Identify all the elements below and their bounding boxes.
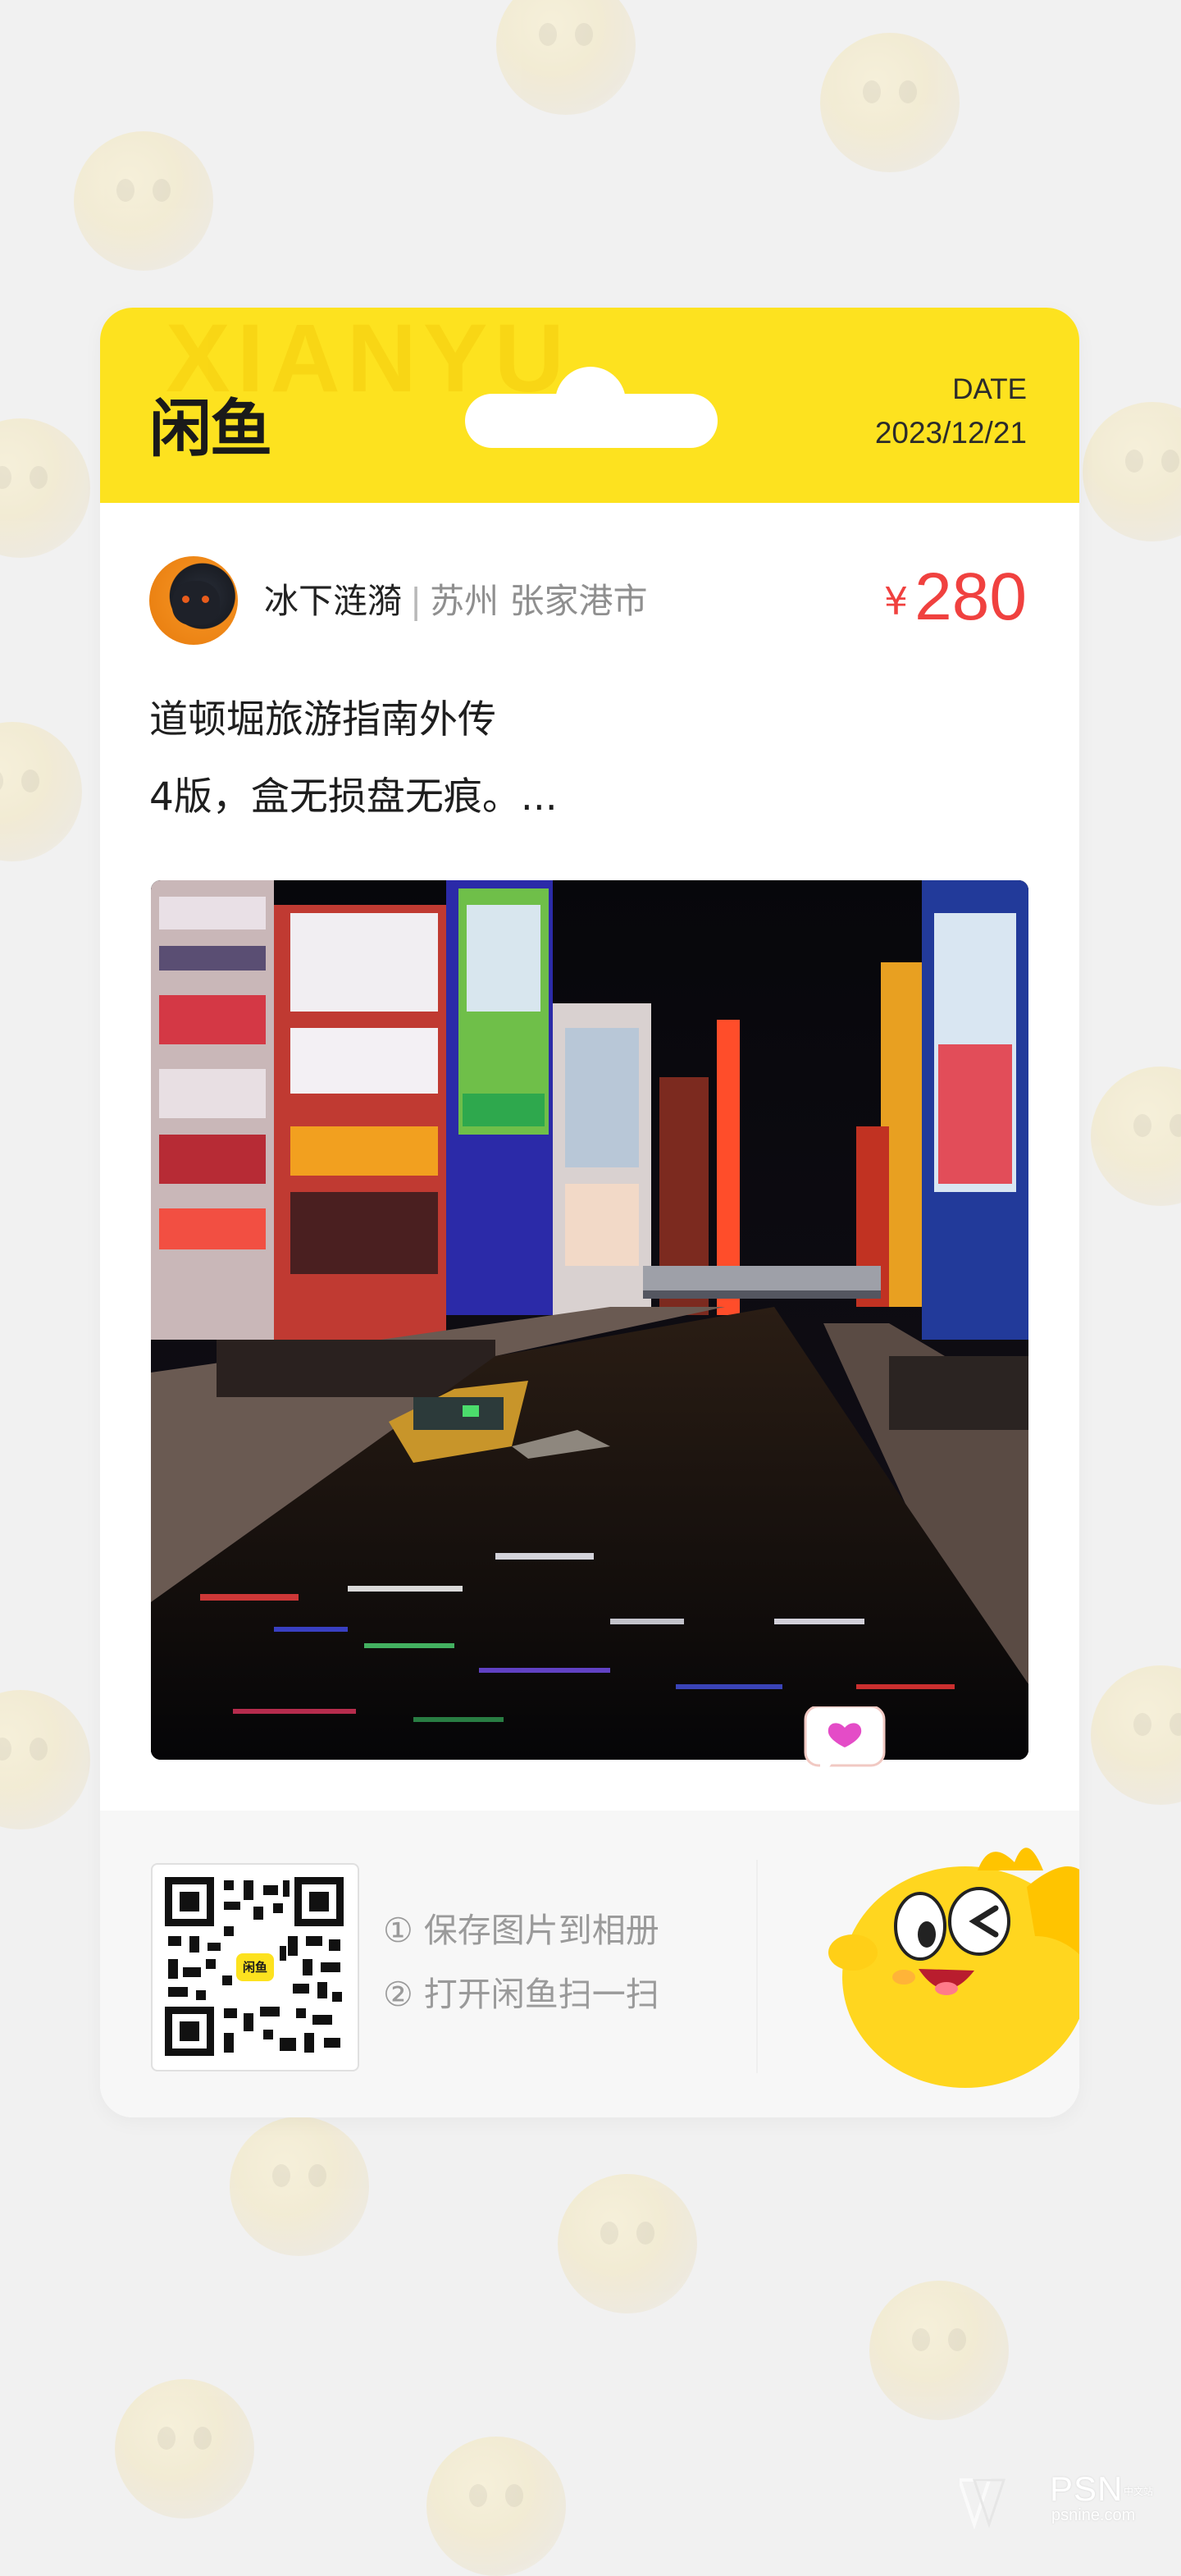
background-mascot-icon [1091,1066,1181,1206]
xianyu-logo: 闲鱼 [149,392,272,465]
background-mascot-icon [115,2379,254,2519]
background-mascot-icon [0,722,82,861]
footer-divider [756,1860,758,2073]
seller-separator: | [410,581,422,621]
qr-xianyu-badge: 闲鱼 [236,1953,274,1981]
psn-brand-cn: 中文站 [1124,2486,1154,2497]
seller-info: 冰下涟漪 | 苏州 张家港市 [264,577,648,626]
price-value: 280 [914,560,1027,634]
black-cat-avatar-icon[interactable] [149,556,238,645]
background-mascot-icon [1091,1665,1181,1805]
description-line-2: 4版，盒无损盘无痕。... [149,774,558,820]
background-mascot-icon [426,2437,566,2576]
night-canal-photo [151,880,1028,1760]
background-mascot-icon [1083,402,1181,541]
avatar-eye [202,596,209,603]
background-mascot-icon [74,131,213,271]
price-tag: ¥280 [884,559,1027,636]
xianyu-fish-mascot-icon [804,1706,1079,2088]
product-photo[interactable] [151,880,1028,1760]
avatar-face [172,581,220,625]
description-line-1: 道顿堀旅游指南外传 [149,697,496,742]
price-currency-symbol: ¥ [883,579,909,623]
seller-name[interactable]: 冰下涟漪 [264,581,402,621]
card-header: XIANYU 闲鱼 DATE 2023/12/21 [100,308,1079,503]
date-value: 2023/12/21 [874,416,1027,450]
background-mascot-icon [0,418,90,558]
date-label: DATE [952,373,1027,405]
qr-code-icon[interactable]: 闲鱼 [151,1863,359,2071]
background-mascot-icon [869,2281,1009,2420]
background-mascot-icon [496,0,636,115]
avatar-eye [182,596,189,603]
instruction-step-2: ② 打开闲鱼扫一扫 [383,1975,659,2014]
background-mascot-icon [230,2117,369,2256]
background-mascot-icon [0,1690,90,1829]
psn-brand-url: psnine.com [1051,2506,1136,2524]
product-description: 道顿堀旅游指南外传 4版，盒无损盘无痕。... [149,682,1027,836]
instruction-step-1: ① 保存图片到相册 [383,1911,659,1950]
header-slot-decoration [465,394,718,448]
background-mascot-icon [820,33,960,172]
background-mascot-icon [558,2174,697,2313]
seller-location: 苏州 张家港市 [430,581,648,621]
psn-brand-name: PSN [1050,2469,1124,2508]
product-share-card: XIANYU 闲鱼 DATE 2023/12/21 冰下涟漪 | 苏州 张家港市 ¥… [100,308,1079,2117]
